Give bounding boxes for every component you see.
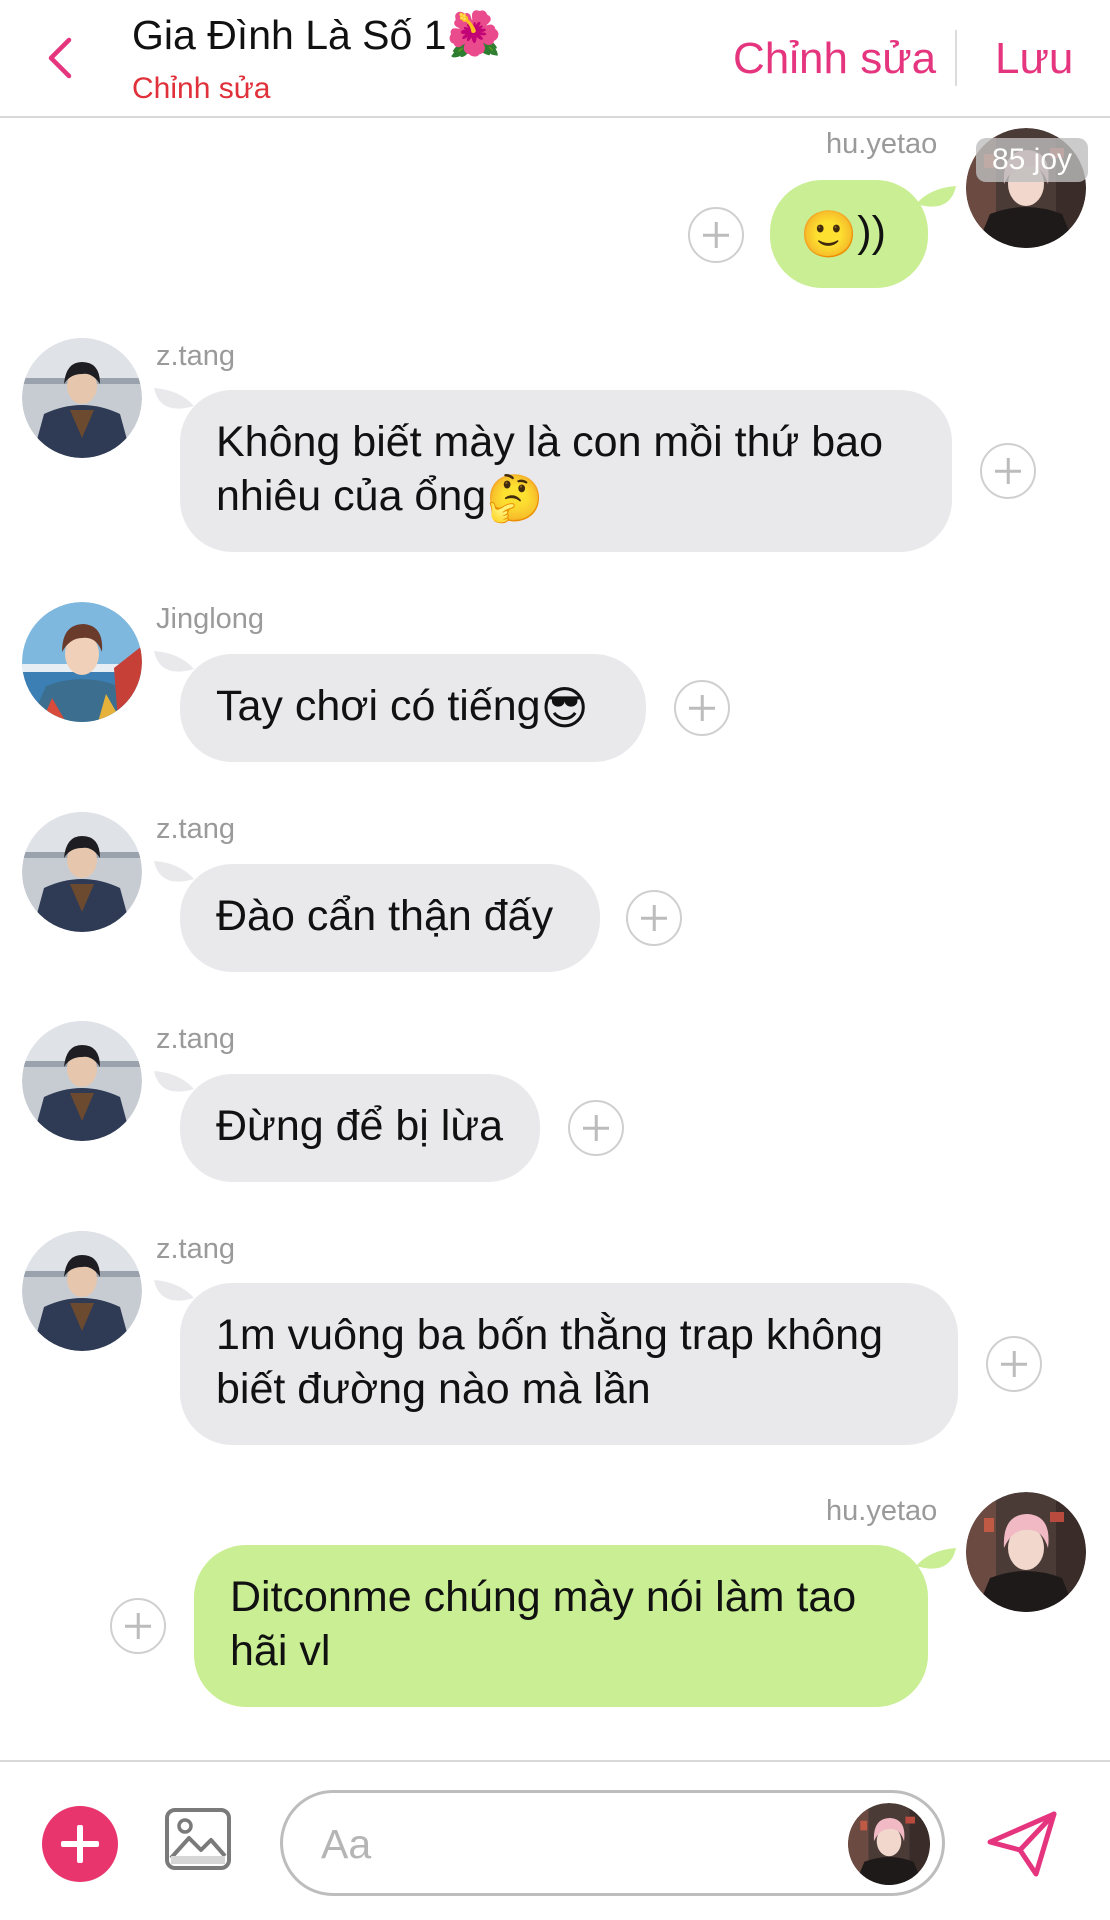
edit-button[interactable]: Chỉnh sửa	[733, 34, 936, 84]
chat-header: Gia Đình Là Số 1🌺 Chỉnh sửa Chỉnh sửa Lư…	[0, 0, 1110, 118]
message-bubble[interactable]: Đừng để bị lừa	[180, 1074, 540, 1182]
chat-title-text: Gia Đình Là Số 1	[132, 12, 447, 58]
add-reaction-button[interactable]	[688, 207, 744, 263]
thinking-emoji: 🤔	[486, 472, 544, 524]
avatar-z-tang[interactable]	[22, 338, 142, 458]
hibiscus-icon: 🌺	[446, 10, 502, 59]
sunglasses-emoji: 😎	[540, 682, 589, 734]
add-reaction-button[interactable]	[986, 1336, 1042, 1392]
back-button[interactable]	[38, 30, 82, 86]
message-bubble[interactable]: 1m vuông ba bốn thằng trap không biết đư…	[180, 1283, 958, 1445]
message-sender: hu.yetao	[826, 128, 938, 160]
message-sender: Jinglong	[156, 603, 265, 635]
add-reaction-button[interactable]	[980, 443, 1036, 499]
message-text: Tay chơi có tiếng	[216, 682, 541, 730]
chevron-left-icon	[48, 37, 72, 79]
attach-plus-button[interactable]	[42, 1806, 118, 1882]
avatar-jinglong[interactable]	[22, 602, 142, 722]
message-text: Không biết mày là con mồi thứ bao nhiêu …	[216, 418, 884, 520]
slightly-smiling-emoji: 🙂	[800, 208, 858, 260]
header-divider	[955, 30, 957, 86]
message-sender: z.tang	[156, 1023, 235, 1055]
composer-bar	[0, 1760, 1110, 1920]
message-text: ))	[857, 208, 886, 256]
message-sender: z.tang	[156, 813, 235, 845]
add-reaction-button[interactable]	[674, 680, 730, 736]
message-input-wrapper[interactable]	[280, 1790, 945, 1896]
send-icon[interactable]	[984, 1808, 1060, 1880]
avatar-z-tang[interactable]	[22, 812, 142, 932]
avatar-z-tang[interactable]	[22, 1021, 142, 1141]
avatar-z-tang[interactable]	[22, 1231, 142, 1351]
message-input[interactable]	[321, 1815, 821, 1873]
message-text: Đừng để bị lừa	[216, 1102, 504, 1150]
message-text: Ditconme chúng mày nói làm tao hãi vl	[230, 1573, 857, 1675]
chat-subtitle[interactable]: Chỉnh sửa	[132, 72, 271, 106]
add-reaction-button[interactable]	[110, 1598, 166, 1654]
message-sender: z.tang	[156, 1233, 235, 1265]
message-bubble[interactable]: 🙂))	[770, 180, 928, 288]
message-bubble[interactable]: Không biết mày là con mồi thứ bao nhiêu …	[180, 390, 952, 552]
message-text: 1m vuông ba bốn thằng trap không biết đư…	[216, 1311, 884, 1413]
message-bubble[interactable]: Đào cẩn thận đấy	[180, 864, 600, 972]
overlay-badge: 85 joy	[976, 138, 1088, 182]
image-icon[interactable]	[163, 1806, 233, 1872]
add-reaction-button[interactable]	[626, 890, 682, 946]
message-bubble[interactable]: Tay chơi có tiếng😎	[180, 654, 646, 762]
message-text: Đào cẩn thận đấy	[216, 892, 554, 940]
message-sender: z.tang	[156, 340, 235, 372]
message-bubble[interactable]: Ditconme chúng mày nói làm tao hãi vl	[194, 1545, 928, 1707]
composer-avatar[interactable]	[848, 1803, 930, 1885]
message-sender: hu.yetao	[826, 1495, 938, 1527]
chat-title: Gia Đình Là Số 1🌺	[132, 8, 501, 60]
avatar-hu-yetao[interactable]	[966, 1492, 1086, 1612]
add-reaction-button[interactable]	[568, 1100, 624, 1156]
save-button[interactable]: Lưu	[995, 34, 1073, 84]
